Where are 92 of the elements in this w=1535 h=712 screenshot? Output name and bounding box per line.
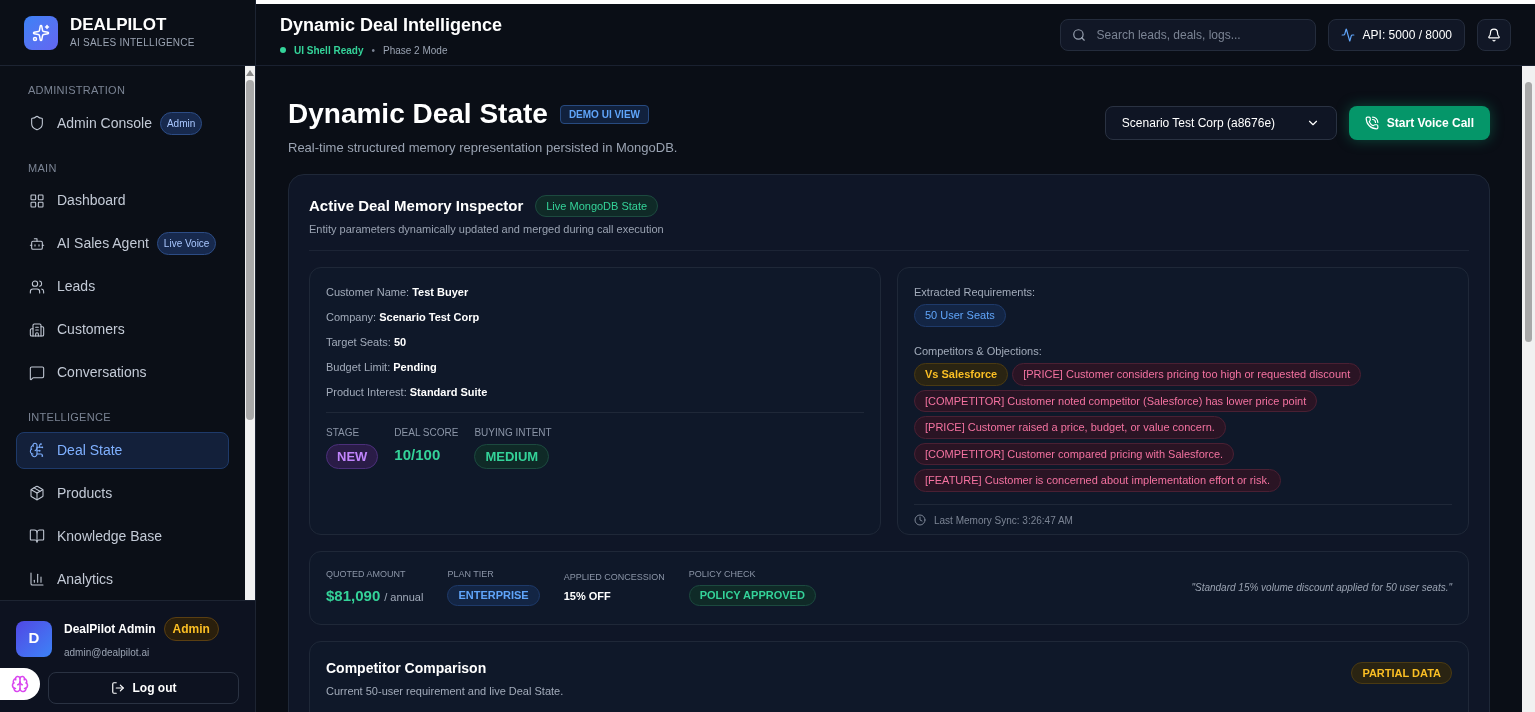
scrollbar-thumb[interactable] xyxy=(246,80,255,420)
mode-text: Phase 2 Mode xyxy=(383,43,448,58)
nav-item[interactable]: AI Sales Agent Live Voice xyxy=(16,225,230,262)
entity-field: Target Seats: 50 xyxy=(326,333,864,350)
entity-field: Customer Name: Test Buyer xyxy=(326,283,864,300)
comparison-title: Competitor Comparison xyxy=(326,658,488,678)
search-field[interactable]: Search leads, deals, logs... xyxy=(1059,18,1316,51)
separator-dot: • xyxy=(371,43,375,58)
objection-tag: [PRICE] Customer considers pricing too high or requested discount xyxy=(1012,363,1362,386)
deal-score: 10/100 xyxy=(394,444,441,465)
section-heading: INTELLIGENCE xyxy=(27,410,112,425)
partial-data-badge: PARTIAL DATA xyxy=(1351,661,1452,684)
concession-value: 15% OFF xyxy=(563,589,612,604)
nav-badge: Admin xyxy=(159,111,203,135)
policy-pill: POLICY APPROVED xyxy=(688,585,816,606)
building-icon xyxy=(29,321,45,338)
notifications-button[interactable] xyxy=(1477,18,1511,51)
stat-label: PLAN TIER xyxy=(447,567,494,581)
stat-label: POLICY CHECK xyxy=(688,567,756,581)
nav-item[interactable]: Dashboard xyxy=(16,182,230,219)
stat-label: QUOTED AMOUNT xyxy=(326,567,407,581)
discount-note: "Standard 15% volume discount applied for 50 user seats." xyxy=(1191,581,1452,595)
brain-bubble-icon xyxy=(0,668,40,700)
stat-label: DEAL SCORE xyxy=(394,425,459,440)
nav-item[interactable]: Knowledge Base xyxy=(16,517,230,555)
stat-label: APPLIED CONCESSION xyxy=(563,570,665,584)
user-email: admin@dealpilot.ai xyxy=(64,646,151,660)
objection-tag: [FEATURE] Customer is concerned about implementation effort or risk. xyxy=(914,469,1281,492)
scrollbar-thumb[interactable] xyxy=(1525,82,1532,342)
start-voice-call-button[interactable]: Start Voice Call xyxy=(1348,106,1490,140)
brand-tagline: AI SALES INTELLIGENCE xyxy=(70,36,195,50)
nav-item[interactable]: Customers xyxy=(16,311,230,348)
objection-tag: [COMPETITOR] Customer noted competitor (Salesforce) has lower price point xyxy=(914,389,1318,412)
phone-icon xyxy=(1364,116,1379,130)
nav-item[interactable]: Leads xyxy=(16,268,230,305)
chat-icon xyxy=(29,364,45,381)
nav-badge: Live Voice xyxy=(156,232,217,255)
box-icon xyxy=(29,485,45,501)
pulse-icon xyxy=(1340,27,1355,42)
entity-field: Budget Limit: Pending xyxy=(326,358,864,375)
objections-label: Competitors & Objections: xyxy=(914,343,1043,359)
nav-item[interactable]: Admin Console Admin xyxy=(16,104,230,142)
scroll-up-icon[interactable] xyxy=(246,70,255,76)
page-subtitle: Real-time structured memory representation persisted in MongoDB. xyxy=(288,139,678,157)
user-avatar: D xyxy=(16,620,52,657)
requirements-label: Extracted Requirements: xyxy=(914,284,1037,300)
logo-icon xyxy=(24,15,58,50)
nav-item[interactable]: Analytics xyxy=(16,560,230,598)
plan-tier-pill: ENTERPRISE xyxy=(447,585,540,606)
user-name: DealPilot Admin xyxy=(64,621,156,638)
live-badge: Live MongoDB State xyxy=(535,194,659,217)
users-icon xyxy=(29,278,45,295)
section-heading: MAIN xyxy=(27,160,58,176)
quoted-amount: $81,090 xyxy=(326,586,381,606)
stat-label: BUYING INTENT xyxy=(474,425,552,440)
objection-tag: [COMPETITOR] Customer compared pricing with Salesforce. xyxy=(914,442,1235,465)
logout-icon xyxy=(110,681,125,695)
demo-tag: DEMO UI VIEW xyxy=(559,104,649,124)
period-text: / annual xyxy=(384,590,424,605)
card-subtitle: Entity parameters dynamically updated and merged during call execution xyxy=(309,222,665,237)
bar-chart-icon xyxy=(29,571,45,587)
book-icon xyxy=(29,528,45,544)
comparison-subtitle: Current 50-user requirement and live Deal State. xyxy=(326,683,564,699)
nav-item[interactable]: Conversations xyxy=(16,354,230,391)
objection-tag: [PRICE] Customer raised a price, budget, or value concern. xyxy=(914,416,1226,439)
brand-name: DEALPILOT xyxy=(70,15,168,35)
bell-icon xyxy=(1487,27,1501,42)
page-title: Dynamic Deal State xyxy=(288,98,548,130)
intent-pill: MEDIUM xyxy=(474,443,550,469)
sync-time: Last Memory Sync: 3:26:47 AM xyxy=(934,513,1073,528)
section-heading: ADMINISTRATION xyxy=(27,83,127,98)
competitor-tag: Vs Salesforce xyxy=(914,363,1009,386)
card-title: Active Deal Memory Inspector xyxy=(309,195,524,216)
api-usage-chip: API: 5000 / 8000 xyxy=(1327,18,1465,51)
entity-field: Company: Scenario Test Corp xyxy=(326,308,864,325)
stage-pill: NEW xyxy=(326,443,379,469)
requirement-tag: 50 User Seats xyxy=(914,304,1006,327)
entity-field: Product Interest: Standard Suite xyxy=(326,383,864,400)
nav-item[interactable]: Products xyxy=(16,474,230,512)
brain-icon xyxy=(29,442,45,458)
shield-icon xyxy=(29,115,45,131)
clock-icon xyxy=(914,514,926,526)
logout-button[interactable]: Log out xyxy=(48,672,239,704)
grid-icon xyxy=(29,192,45,209)
role-badge: Admin xyxy=(163,617,219,641)
header-title: Dynamic Deal Intelligence xyxy=(280,13,503,37)
nav-item[interactable]: Deal State xyxy=(16,431,230,469)
status-text: UI Shell Ready xyxy=(294,43,364,58)
robot-icon xyxy=(29,235,45,252)
stat-label: STAGE xyxy=(326,425,360,440)
scenario-select[interactable]: Scenario Test Corp (a8676e) xyxy=(1104,106,1337,140)
search-icon xyxy=(1071,27,1086,42)
